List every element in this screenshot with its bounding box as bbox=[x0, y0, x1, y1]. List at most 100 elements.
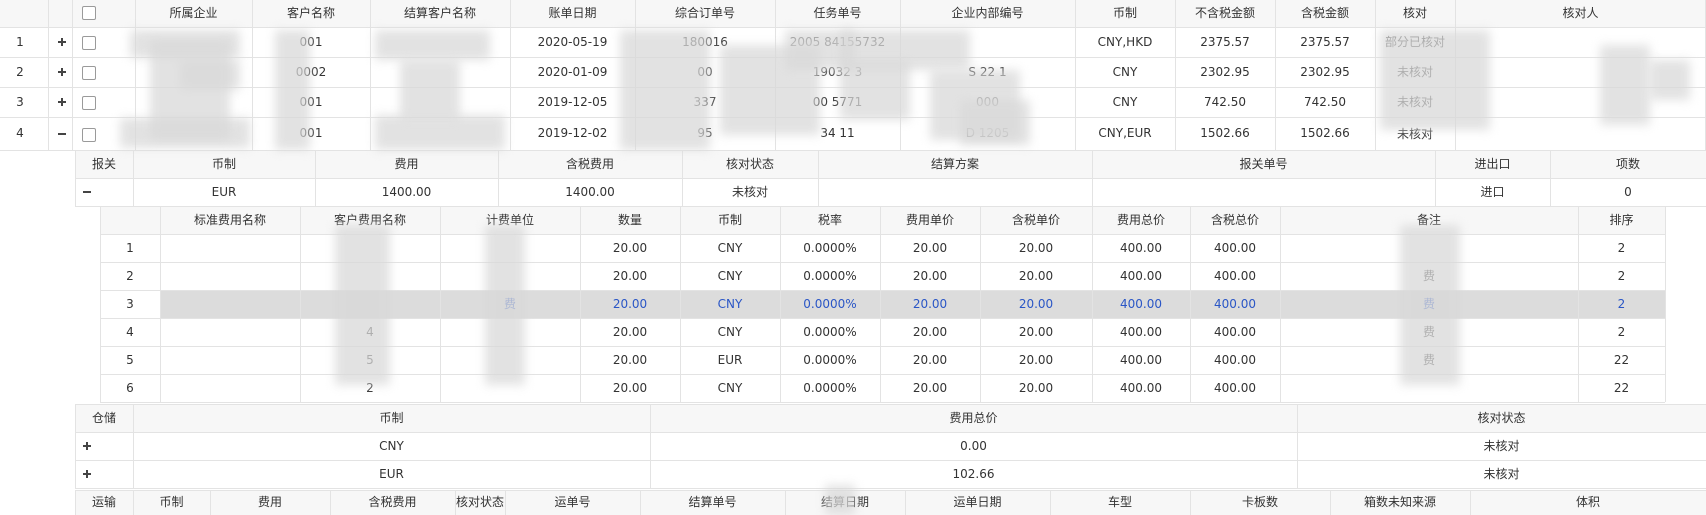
transport-column-header[interactable]: 卡板数 bbox=[1190, 490, 1330, 515]
main-grid-column-header[interactable]: 客户名称 bbox=[252, 0, 370, 27]
transport-column-header[interactable]: 结算单号 bbox=[640, 490, 785, 515]
main-grid-cell-tax_amount[interactable]: 2302.95 bbox=[1275, 57, 1375, 87]
main-grid-cell-currency[interactable]: CNY bbox=[1075, 57, 1175, 87]
transport-column-header[interactable]: 车型 bbox=[1050, 490, 1190, 515]
warehouse-cell-status[interactable]: 未核对 bbox=[1297, 460, 1706, 488]
expand-row-icon[interactable] bbox=[57, 37, 67, 47]
collapse-row-icon[interactable] bbox=[82, 187, 92, 197]
fee-cell-total[interactable]: 400.00 bbox=[1092, 262, 1190, 290]
fee-cell-qty[interactable]: 20.00 bbox=[580, 262, 680, 290]
customs-column-header[interactable]: 报关单号 bbox=[1092, 150, 1435, 178]
fee-cell-tax_price[interactable]: 20.00 bbox=[980, 262, 1092, 290]
fee-cell-sort[interactable]: 2 bbox=[1578, 290, 1665, 318]
customs-cell-io[interactable]: 进口 bbox=[1435, 178, 1550, 206]
fee-cell-price[interactable]: 20.00 bbox=[880, 346, 980, 374]
main-grid-column-header[interactable]: 核对 bbox=[1375, 0, 1455, 27]
fee-cell-tax_total[interactable]: 400.00 bbox=[1190, 374, 1280, 402]
warehouse-column-header[interactable]: 币制 bbox=[133, 404, 650, 432]
customs-cell-status[interactable]: 未核对 bbox=[682, 178, 818, 206]
customs-column-header[interactable]: 费用 bbox=[315, 150, 498, 178]
main-grid-cell-customer[interactable]: 001 bbox=[252, 27, 370, 57]
customs-cell-plan[interactable] bbox=[818, 178, 1092, 206]
fee-cell-total[interactable]: 400.00 bbox=[1092, 290, 1190, 318]
expand-row-icon[interactable] bbox=[82, 441, 92, 451]
fee-column-header[interactable]: 含税单价 bbox=[980, 206, 1092, 234]
fee-cell-tax_price[interactable]: 20.00 bbox=[980, 346, 1092, 374]
fee-cell-tax_total[interactable]: 400.00 bbox=[1190, 346, 1280, 374]
fee-cell-rate[interactable]: 0.0000% bbox=[780, 290, 880, 318]
fee-cell-sort[interactable]: 2 bbox=[1578, 262, 1665, 290]
fee-cell-sort[interactable]: 2 bbox=[1578, 234, 1665, 262]
fee-column-header[interactable]: 数量 bbox=[580, 206, 680, 234]
row-checkbox[interactable] bbox=[82, 36, 96, 50]
fee-cell-tax_price[interactable]: 20.00 bbox=[980, 318, 1092, 346]
fee-cell-tax_total[interactable]: 400.00 bbox=[1190, 234, 1280, 262]
customs-cell-tax_fee[interactable]: 1400.00 bbox=[498, 178, 682, 206]
main-grid-column-header[interactable]: 综合订单号 bbox=[635, 0, 775, 27]
main-grid-column-header[interactable]: 不含税金额 bbox=[1175, 0, 1275, 27]
fee-cell-total[interactable]: 400.00 bbox=[1092, 318, 1190, 346]
main-grid-cell-tax_amount[interactable]: 2375.57 bbox=[1275, 27, 1375, 57]
transport-column-header[interactable]: 运单号 bbox=[505, 490, 640, 515]
fee-cell-price[interactable]: 20.00 bbox=[880, 318, 980, 346]
warehouse-cell-currency[interactable]: CNY bbox=[133, 432, 650, 460]
main-grid-cell-date[interactable]: 2019-12-05 bbox=[510, 87, 635, 117]
fee-cell-rate[interactable]: 0.0000% bbox=[780, 318, 880, 346]
customs-column-header[interactable]: 进出口 bbox=[1435, 150, 1550, 178]
fee-cell-qty[interactable]: 20.00 bbox=[580, 290, 680, 318]
main-grid-cell-tax_amount[interactable]: 742.50 bbox=[1275, 87, 1375, 117]
fee-column-header[interactable]: 税率 bbox=[780, 206, 880, 234]
fee-cell-currency[interactable]: CNY bbox=[680, 318, 780, 346]
transport-column-header[interactable]: 核对状态 bbox=[455, 490, 505, 515]
fee-cell-qty[interactable]: 20.00 bbox=[580, 318, 680, 346]
row-checkbox[interactable] bbox=[82, 96, 96, 110]
row-checkbox[interactable] bbox=[82, 66, 96, 80]
fee-cell-currency[interactable]: CNY bbox=[680, 290, 780, 318]
main-grid-cell-date[interactable]: 2019-12-02 bbox=[510, 117, 635, 150]
main-grid-column-header[interactable]: 币制 bbox=[1075, 0, 1175, 27]
fee-cell-sort[interactable]: 22 bbox=[1578, 374, 1665, 402]
expand-row-icon[interactable] bbox=[57, 67, 67, 77]
select-all-checkbox[interactable] bbox=[82, 6, 96, 20]
main-grid-cell-customer[interactable]: 0002 bbox=[252, 57, 370, 87]
main-grid-cell-currency[interactable]: CNY,EUR bbox=[1075, 117, 1175, 150]
main-grid-column-header[interactable]: 含税金额 bbox=[1275, 0, 1375, 27]
main-grid-cell-amount[interactable]: 2302.95 bbox=[1175, 57, 1275, 87]
customs-cell-items[interactable]: 0 bbox=[1550, 178, 1706, 206]
expand-row-icon[interactable] bbox=[82, 469, 92, 479]
customs-cell-decl_no[interactable] bbox=[1092, 178, 1435, 206]
warehouse-column-header[interactable]: 核对状态 bbox=[1297, 404, 1706, 432]
fee-cell-tax_price[interactable]: 20.00 bbox=[980, 290, 1092, 318]
collapse-row-icon[interactable] bbox=[57, 129, 67, 139]
customs-column-header[interactable]: 项数 bbox=[1550, 150, 1706, 178]
transport-column-header[interactable]: 运单日期 bbox=[905, 490, 1050, 515]
fee-cell-currency[interactable]: EUR bbox=[680, 346, 780, 374]
customs-column-header[interactable]: 结算方案 bbox=[818, 150, 1092, 178]
transport-column-header[interactable]: 含税费用 bbox=[330, 490, 455, 515]
main-grid-column-header[interactable]: 结算客户名称 bbox=[370, 0, 510, 27]
fee-cell-rate[interactable]: 0.0000% bbox=[780, 374, 880, 402]
fee-cell-currency[interactable]: CNY bbox=[680, 374, 780, 402]
fee-cell-currency[interactable]: CNY bbox=[680, 234, 780, 262]
expand-row-icon[interactable] bbox=[57, 97, 67, 107]
fee-cell-tax_total[interactable]: 400.00 bbox=[1190, 262, 1280, 290]
customs-cell-currency[interactable]: EUR bbox=[133, 178, 315, 206]
fee-column-header[interactable]: 费用单价 bbox=[880, 206, 980, 234]
fee-cell-tax_price[interactable]: 20.00 bbox=[980, 374, 1092, 402]
fee-cell-total[interactable]: 400.00 bbox=[1092, 234, 1190, 262]
main-grid-cell-tax_amount[interactable]: 1502.66 bbox=[1275, 117, 1375, 150]
fee-cell-rate[interactable]: 0.0000% bbox=[780, 234, 880, 262]
main-grid-cell-currency[interactable]: CNY,HKD bbox=[1075, 27, 1175, 57]
main-grid-column-header[interactable]: 账单日期 bbox=[510, 0, 635, 27]
fee-column-header[interactable]: 费用总价 bbox=[1092, 206, 1190, 234]
fee-cell-tax_total[interactable]: 400.00 bbox=[1190, 318, 1280, 346]
fee-cell-qty[interactable]: 20.00 bbox=[580, 234, 680, 262]
main-grid-cell-amount[interactable]: 742.50 bbox=[1175, 87, 1275, 117]
main-grid-column-header[interactable]: 任务单号 bbox=[775, 0, 900, 27]
customs-column-header[interactable]: 含税费用 bbox=[498, 150, 682, 178]
main-grid-cell-amount[interactable]: 2375.57 bbox=[1175, 27, 1275, 57]
warehouse-cell-currency[interactable]: EUR bbox=[133, 460, 650, 488]
main-grid-cell-date[interactable]: 2020-01-09 bbox=[510, 57, 635, 87]
row-checkbox[interactable] bbox=[82, 127, 96, 142]
main-grid-cell-currency[interactable]: CNY bbox=[1075, 87, 1175, 117]
